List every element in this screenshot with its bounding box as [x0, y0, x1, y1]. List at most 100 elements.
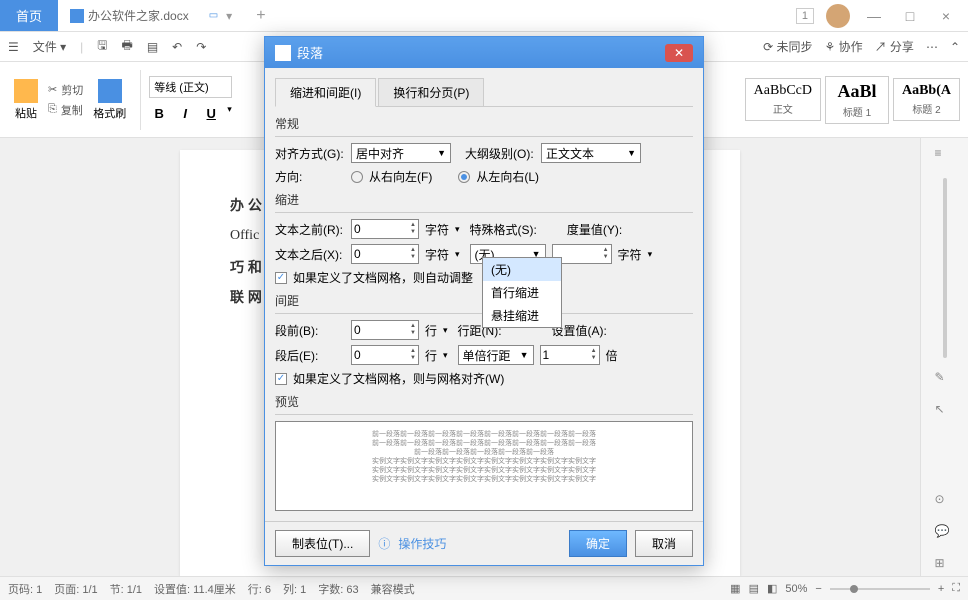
- doc-icon: [70, 9, 84, 23]
- align-combo[interactable]: 居中对齐▼: [351, 143, 451, 163]
- scrollbar[interactable]: [943, 178, 947, 358]
- maximize-button[interactable]: □: [898, 8, 922, 24]
- dropdown-item-firstline[interactable]: 首行缩进: [483, 281, 561, 304]
- more-icon[interactable]: ⋯: [926, 40, 938, 54]
- avatar[interactable]: [826, 4, 850, 28]
- set-value-spinner[interactable]: 1▲▼: [540, 345, 600, 365]
- tab-line-page[interactable]: 换行和分页(P): [378, 78, 484, 107]
- preview-box: 前一段落前一段落前一段落前一段落前一段落前一段落前一段落前一段落 前一段落前一段…: [275, 421, 693, 511]
- minimize-button[interactable]: —: [862, 8, 886, 24]
- ok-button[interactable]: 确定: [569, 530, 627, 557]
- tab-add[interactable]: +: [244, 7, 277, 25]
- outline-combo[interactable]: 正文文本▼: [541, 143, 641, 163]
- zoom-value[interactable]: 50%: [785, 583, 807, 595]
- status-chars[interactable]: 字数: 63: [318, 581, 358, 597]
- close-button[interactable]: ×: [934, 8, 958, 24]
- space-before-spinner[interactable]: 0▲▼: [351, 320, 419, 340]
- ltr-label: 从左向右(L): [476, 168, 539, 185]
- italic-button[interactable]: I: [175, 104, 195, 124]
- dialog-titlebar[interactable]: 段落 ✕: [265, 37, 703, 68]
- presentation-icon[interactable]: ▭: [209, 10, 218, 21]
- style-heading2[interactable]: AaBb(A 标题 2: [893, 78, 960, 121]
- outline-label: 大纲级别(O):: [465, 145, 535, 162]
- special-label: 特殊格式(S):: [470, 221, 537, 238]
- status-col[interactable]: 列: 1: [283, 581, 306, 597]
- before-text-spinner[interactable]: 0▲▼: [351, 219, 419, 239]
- save-icon[interactable]: 🖫: [97, 36, 107, 57]
- space-after-spinner[interactable]: 0▲▼: [351, 345, 419, 365]
- undo-icon[interactable]: ↶: [172, 40, 182, 54]
- print-icon[interactable]: 🖶: [122, 36, 133, 57]
- space-before-label: 段前(B):: [275, 322, 345, 339]
- expand-icon[interactable]: ⌃: [950, 40, 960, 54]
- title-badge[interactable]: 1: [796, 8, 814, 24]
- section-preview: 预览: [275, 393, 693, 410]
- menu-hamburger-icon[interactable]: ☰: [8, 40, 19, 54]
- section-indent: 缩进: [275, 191, 693, 208]
- format-painter[interactable]: 格式刷: [87, 79, 132, 121]
- collab-button[interactable]: ⚘ 协作: [824, 38, 862, 55]
- titlebar: 首页 办公软件之家.docx ▭ ▾ + 1 — □ ×: [0, 0, 968, 32]
- tips-link[interactable]: 操作技巧: [398, 535, 446, 552]
- font-select[interactable]: 等线 (正文): [149, 76, 232, 98]
- status-compat[interactable]: 兼容模式: [371, 581, 415, 597]
- copy-button[interactable]: ⎘ 复制: [48, 102, 83, 118]
- status-section[interactable]: 节: 1/1: [110, 581, 142, 597]
- tab-indent-spacing[interactable]: 缩进和间距(I): [275, 78, 376, 107]
- bold-button[interactable]: B: [149, 104, 169, 124]
- paste-icon: [14, 79, 38, 103]
- view-icon2[interactable]: ▤: [749, 582, 759, 595]
- dropdown-item-none[interactable]: (无): [483, 258, 561, 281]
- cursor-icon[interactable]: ↖: [935, 402, 955, 422]
- dropdown-item-hanging[interactable]: 悬挂缩进: [483, 304, 561, 327]
- tool-icon[interactable]: ⊞: [935, 556, 955, 576]
- status-page-num[interactable]: 页码: 1: [8, 581, 42, 597]
- tab-menu-icon[interactable]: ▾: [226, 9, 232, 23]
- chat-icon[interactable]: 💬: [935, 524, 955, 544]
- rtl-radio[interactable]: [351, 171, 363, 183]
- tabstop-button[interactable]: 制表位(T)...: [275, 530, 370, 557]
- space-after-label: 段后(E):: [275, 347, 345, 364]
- right-rail: ≡ ✎ ↖ ⊙ 💬 ⊞: [920, 138, 968, 576]
- preview-icon[interactable]: ▤: [147, 40, 158, 54]
- rail-menu-icon[interactable]: ≡: [935, 146, 955, 166]
- section-general: 常规: [275, 115, 693, 132]
- underline-dropdown-icon[interactable]: ▾: [227, 104, 232, 124]
- tab-home[interactable]: 首页: [0, 0, 58, 31]
- menu-file[interactable]: 文件 ▾: [33, 38, 66, 55]
- paste-group[interactable]: 粘贴: [8, 79, 44, 121]
- sync-status[interactable]: ⟳ 未同步: [763, 38, 812, 55]
- direction-label: 方向:: [275, 168, 345, 185]
- char-unit: 字符: [425, 221, 449, 238]
- zoom-out[interactable]: −: [815, 583, 821, 595]
- status-page[interactable]: 页面: 1/1: [54, 581, 97, 597]
- view-icon3[interactable]: ◧: [767, 582, 777, 595]
- tab-document[interactable]: 办公软件之家.docx ▭ ▾: [58, 7, 244, 24]
- style-normal[interactable]: AaBbCcD 正文: [745, 78, 821, 121]
- redo-icon[interactable]: ↷: [196, 40, 206, 54]
- special-format-dropdown: (无) 首行缩进 悬挂缩进: [482, 257, 562, 328]
- ltr-radio[interactable]: [458, 171, 470, 183]
- dialog-close-button[interactable]: ✕: [665, 44, 693, 62]
- settings-icon[interactable]: ⊙: [935, 492, 955, 512]
- fullscreen-icon[interactable]: ⛶: [952, 582, 960, 595]
- status-row[interactable]: 行: 6: [248, 581, 271, 597]
- auto-adjust-check[interactable]: ✓: [275, 272, 287, 284]
- zoom-in[interactable]: +: [938, 583, 944, 595]
- line-spacing-combo[interactable]: 单倍行距▼: [458, 345, 534, 365]
- cancel-button[interactable]: 取消: [635, 530, 693, 557]
- grid-align-check[interactable]: ✓: [275, 373, 287, 385]
- after-text-spinner[interactable]: 0▲▼: [351, 244, 419, 264]
- line-unit: 行: [425, 322, 437, 339]
- style-heading1[interactable]: AaBl 标题 1: [825, 76, 889, 124]
- status-setval[interactable]: 设置值: 11.4厘米: [154, 581, 236, 597]
- share-button[interactable]: ↗ 分享: [875, 38, 914, 55]
- char-unit: 字符: [618, 246, 642, 263]
- dialog-title-text: 段落: [297, 43, 323, 62]
- edit-icon[interactable]: ✎: [935, 370, 955, 390]
- cut-button[interactable]: ✂ 剪切: [48, 82, 83, 98]
- zoom-slider[interactable]: [830, 588, 930, 590]
- view-icon[interactable]: ▦: [730, 582, 740, 595]
- align-label: 对齐方式(G):: [275, 145, 345, 162]
- underline-button[interactable]: U: [201, 104, 221, 124]
